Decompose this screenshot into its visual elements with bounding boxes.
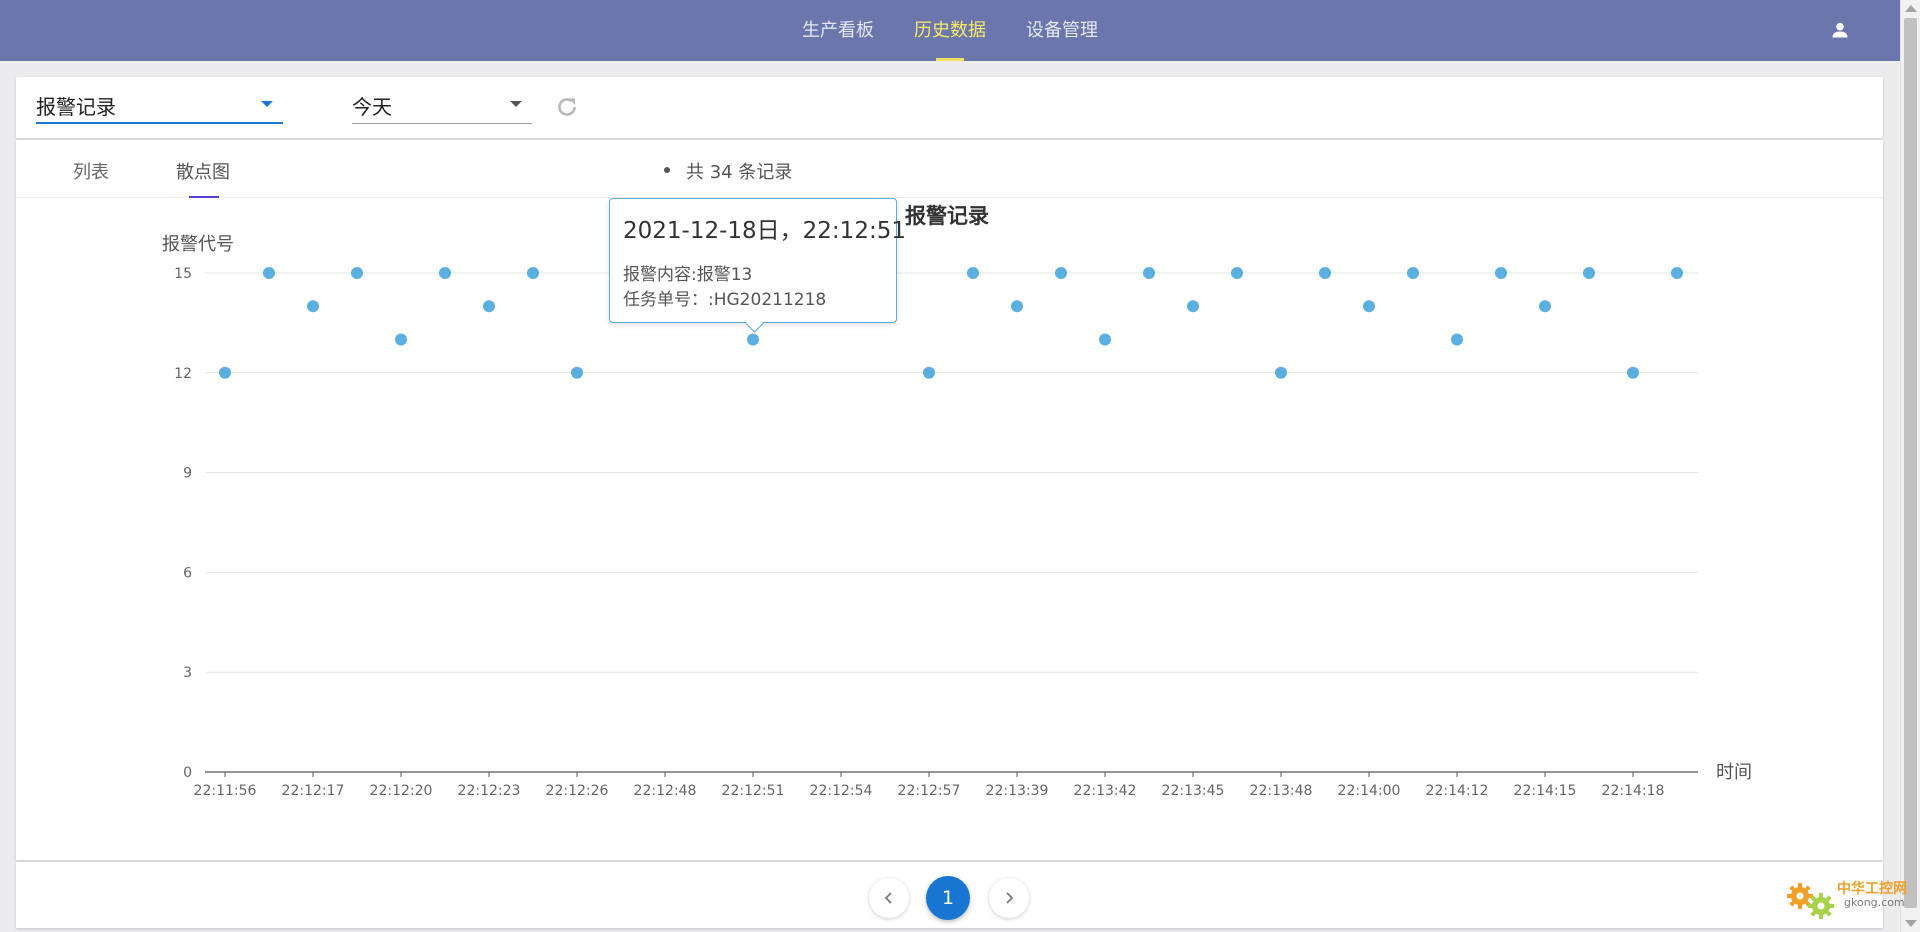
x-tick-label: 22:14:12 bbox=[1426, 783, 1489, 799]
date-range-value: 今天 bbox=[352, 95, 392, 119]
x-tick-label: 22:13:39 bbox=[986, 783, 1049, 799]
x-tick-label: 22:13:45 bbox=[1162, 783, 1225, 799]
scatter-point[interactable] bbox=[1055, 267, 1067, 279]
scroll-up-arrow-icon[interactable] bbox=[1905, 5, 1917, 12]
scatter-point[interactable] bbox=[1231, 267, 1243, 279]
x-tick-label: 22:12:23 bbox=[458, 783, 521, 799]
tooltip-title: 2021-12-18日，22:12:51 bbox=[623, 218, 906, 244]
scatter-point[interactable] bbox=[263, 267, 275, 279]
y-axis-label: 报警代号 bbox=[162, 234, 234, 255]
scatter-point[interactable] bbox=[1627, 366, 1639, 379]
x-tick-label: 22:12:26 bbox=[546, 783, 609, 799]
scatter-point[interactable] bbox=[1363, 300, 1375, 313]
scatter-point[interactable] bbox=[747, 333, 759, 346]
scatter-point[interactable] bbox=[527, 267, 539, 279]
scatter-point[interactable] bbox=[1143, 267, 1155, 279]
page-button-current[interactable]: 1 bbox=[926, 876, 970, 920]
x-tick-label: 22:12:57 bbox=[898, 783, 961, 799]
chevron-left-icon bbox=[884, 892, 892, 904]
scatter-point[interactable] bbox=[1099, 333, 1111, 346]
scatter-point[interactable] bbox=[219, 366, 231, 379]
scatter-point[interactable] bbox=[439, 267, 451, 279]
x-tick-label: 22:12:17 bbox=[282, 783, 345, 799]
person-icon[interactable] bbox=[1830, 20, 1850, 40]
pagination: 1 bbox=[16, 862, 1883, 928]
scroll-thumb[interactable] bbox=[1904, 18, 1917, 908]
page-scrollbar[interactable] bbox=[1900, 0, 1920, 932]
scatter-point[interactable] bbox=[1319, 267, 1331, 279]
chevron-right-icon bbox=[1006, 892, 1014, 904]
scatter-chart: 报警记录 报警代号 时间 0 3 6 9 12 15 22:11:56 22:12:17 22… bbox=[162, 204, 1752, 799]
scatter-point[interactable] bbox=[1583, 267, 1595, 279]
x-tick-label: 22:14:00 bbox=[1338, 783, 1401, 799]
x-tick-label: 22:12:54 bbox=[810, 783, 873, 799]
prev-page-button[interactable] bbox=[869, 878, 909, 918]
refresh-icon[interactable] bbox=[554, 94, 580, 120]
watermark-text: 中华工控网 bbox=[1837, 881, 1907, 897]
y-tick-label: 12 bbox=[174, 366, 192, 382]
scatter-point[interactable] bbox=[395, 333, 407, 346]
top-navbar: 生产看板 历史数据 设备管理 bbox=[0, 0, 1900, 61]
scatter-point[interactable] bbox=[1539, 300, 1551, 313]
scatter-point[interactable] bbox=[923, 366, 935, 379]
next-page-button[interactable] bbox=[989, 878, 1029, 918]
nav-item-production-board[interactable]: 生产看板 bbox=[802, 0, 874, 61]
nav-item-device-management[interactable]: 设备管理 bbox=[1026, 0, 1098, 61]
scatter-point[interactable] bbox=[351, 267, 363, 279]
x-tick-label: 22:13:42 bbox=[1074, 783, 1137, 799]
x-axis-label: 时间 bbox=[1716, 762, 1752, 783]
record-type-select[interactable]: 报警记录 bbox=[36, 88, 283, 124]
scatter-point[interactable] bbox=[571, 366, 583, 379]
x-tick-label: 22:13:48 bbox=[1250, 783, 1313, 799]
chevron-down-icon bbox=[510, 101, 522, 107]
x-tick-label: 22:12:51 bbox=[722, 783, 785, 799]
scatter-point[interactable] bbox=[1407, 267, 1419, 279]
scatter-point[interactable] bbox=[967, 267, 979, 279]
filter-bar: 报警记录 今天 bbox=[16, 77, 1883, 138]
scatter-point[interactable] bbox=[1671, 267, 1683, 279]
nav-item-history-data[interactable]: 历史数据 bbox=[914, 0, 986, 61]
y-tick-label: 3 bbox=[183, 665, 192, 681]
scatter-point[interactable] bbox=[1011, 300, 1023, 313]
tooltip-alarm-content: 报警内容:报警13 bbox=[623, 265, 753, 285]
data-tooltip: 2021-12-18日，22:12:51 报警内容:报警13 任务单号：:HG2… bbox=[609, 198, 906, 323]
scatter-point[interactable] bbox=[1187, 300, 1199, 313]
scatter-point[interactable] bbox=[1275, 366, 1287, 379]
x-tick-label: 22:12:20 bbox=[370, 783, 433, 799]
main-nav: 生产看板 历史数据 设备管理 bbox=[0, 0, 1900, 61]
date-range-select[interactable]: 今天 bbox=[352, 88, 532, 124]
gear-logo-icon bbox=[1787, 883, 1834, 919]
y-tick-label: 15 bbox=[174, 266, 192, 282]
y-tick-label: 9 bbox=[183, 466, 192, 482]
scatter-point[interactable] bbox=[307, 300, 319, 313]
chart-title: 报警记录 bbox=[905, 204, 989, 228]
record-type-value: 报警记录 bbox=[36, 95, 116, 119]
x-tick-label: 22:14:15 bbox=[1514, 783, 1577, 799]
x-tick-label: 22:12:48 bbox=[634, 783, 697, 799]
tooltip-task-number: 任务单号：:HG20211218 bbox=[623, 290, 827, 310]
watermark-logo: 中华工控网 gkong.com bbox=[1782, 874, 1910, 924]
chevron-down-icon bbox=[261, 101, 273, 107]
scatter-point[interactable] bbox=[1451, 333, 1463, 346]
chart-panel: 列表 散点图 共 34 条记录 报警记录 报警代号 时间 0 3 6 9 12 15 22… bbox=[16, 140, 1883, 860]
watermark-url: gkong.com bbox=[1844, 896, 1905, 909]
y-tick-label: 6 bbox=[183, 565, 192, 581]
scatter-point[interactable] bbox=[483, 300, 495, 313]
x-tick-label: 22:14:18 bbox=[1602, 783, 1665, 799]
y-tick-label: 0 bbox=[183, 765, 192, 781]
scatter-point[interactable] bbox=[1495, 267, 1507, 279]
x-tick-label: 22:11:56 bbox=[194, 783, 257, 799]
